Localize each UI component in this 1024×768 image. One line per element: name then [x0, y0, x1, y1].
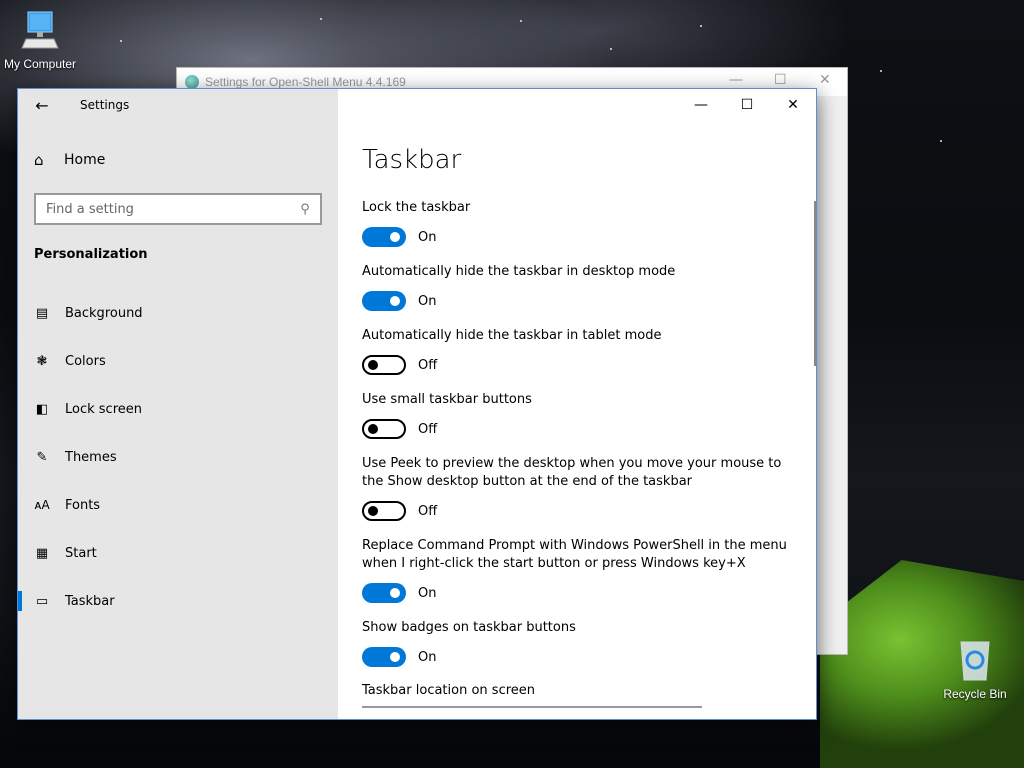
- computer-icon: [21, 11, 59, 49]
- desktop-icon-my-computer[interactable]: My Computer: [2, 8, 78, 71]
- app-title: Settings: [80, 98, 130, 112]
- setting-peek: Use Peek to preview the desktop when you…: [362, 455, 802, 521]
- sidebar-item-taskbar[interactable]: ▭ Taskbar: [18, 577, 338, 625]
- autohide-tablet-toggle[interactable]: [362, 355, 406, 375]
- toggle-state: Off: [418, 357, 438, 373]
- small-buttons-toggle[interactable]: [362, 419, 406, 439]
- sidebar-item-label: Background: [65, 305, 143, 321]
- setting-location: Taskbar location on screen: [362, 683, 802, 710]
- settings-window[interactable]: ← Settings ⌂ Home ⚲ Personalization ▤ Ba…: [17, 88, 817, 720]
- section-heading: Personalization: [34, 247, 148, 262]
- setting-powershell: Replace Command Prompt with Windows Powe…: [362, 537, 802, 603]
- sidebar-item-colors[interactable]: ❃ Colors: [18, 337, 338, 385]
- lock-taskbar-toggle[interactable]: [362, 227, 406, 247]
- personalization-nav: ▤ Background ❃ Colors ◧ Lock screen ✎ Th…: [18, 289, 338, 625]
- desktop-icon-recycle-bin[interactable]: Recycle Bin: [940, 638, 1010, 701]
- sidebar-item-lock-screen[interactable]: ◧ Lock screen: [18, 385, 338, 433]
- search-box[interactable]: ⚲: [34, 193, 322, 225]
- sidebar-item-label: Lock screen: [65, 401, 142, 417]
- sidebar-item-label: Taskbar: [65, 593, 115, 609]
- toggle-state: Off: [418, 503, 438, 519]
- setting-autohide-tablet: Automatically hide the taskbar in tablet…: [362, 327, 802, 375]
- page-title: Taskbar: [362, 145, 462, 175]
- window-controls: — ☐ ✕: [678, 89, 816, 121]
- sidebar-item-label: Start: [65, 545, 97, 561]
- sidebar-item-themes[interactable]: ✎ Themes: [18, 433, 338, 481]
- toggle-state: Off: [418, 421, 438, 437]
- palette-icon: ❃: [36, 353, 48, 369]
- search-icon[interactable]: ⚲: [290, 202, 320, 217]
- search-input[interactable]: [46, 201, 290, 217]
- close-button[interactable]: ✕: [770, 89, 816, 121]
- sidebar-item-label: Colors: [65, 353, 106, 369]
- minimize-button[interactable]: —: [678, 89, 724, 121]
- setting-label: Replace Command Prompt with Windows Powe…: [362, 538, 787, 571]
- content-scrollbar[interactable]: [814, 201, 816, 366]
- back-arrow-icon[interactable]: ←: [18, 96, 66, 115]
- badges-toggle[interactable]: [362, 647, 406, 667]
- home-icon: ⌂: [34, 151, 44, 169]
- setting-label: Lock the taskbar: [362, 200, 471, 215]
- powershell-toggle[interactable]: [362, 583, 406, 603]
- toggle-state: On: [418, 229, 437, 245]
- home-nav-item[interactable]: ⌂ Home: [34, 151, 105, 169]
- start-icon: ▦: [35, 545, 49, 561]
- sidebar-item-label: Themes: [65, 449, 117, 465]
- setting-label: Use Peek to preview the desktop when you…: [362, 456, 782, 489]
- titlebar-left: ← Settings: [18, 89, 338, 121]
- open-shell-title: Settings for Open-Shell Menu 4.4.169: [205, 75, 406, 89]
- setting-lock-taskbar: Lock the taskbar On: [362, 199, 802, 247]
- settings-content: — ☐ ✕ Taskbar Lock the taskbar On Automa…: [338, 89, 816, 719]
- open-shell-minimize-button[interactable]: —: [729, 72, 743, 88]
- settings-sidebar: ← Settings ⌂ Home ⚲ Personalization ▤ Ba…: [18, 89, 338, 719]
- setting-label: Automatically hide the taskbar in deskto…: [362, 264, 676, 279]
- recycle-bin-icon: [960, 641, 990, 681]
- home-label: Home: [64, 152, 106, 168]
- setting-label: Use small taskbar buttons: [362, 392, 532, 407]
- peek-toggle[interactable]: [362, 501, 406, 521]
- toggle-state: On: [418, 293, 437, 309]
- taskbar-icon: ▭: [35, 593, 49, 609]
- globe-icon: [185, 75, 199, 89]
- setting-label: Automatically hide the taskbar in tablet…: [362, 328, 662, 343]
- setting-small-buttons: Use small taskbar buttons Off: [362, 391, 802, 439]
- toggle-state: On: [418, 649, 437, 665]
- themes-icon: ✎: [36, 449, 48, 465]
- setting-badges: Show badges on taskbar buttons On: [362, 619, 802, 667]
- sidebar-item-fonts[interactable]: ᴀA Fonts: [18, 481, 338, 529]
- open-shell-close-button[interactable]: ✕: [819, 72, 831, 88]
- setting-label: Show badges on taskbar buttons: [362, 620, 576, 635]
- autohide-desktop-toggle[interactable]: [362, 291, 406, 311]
- maximize-button[interactable]: ☐: [724, 89, 770, 121]
- toggle-state: On: [418, 585, 437, 601]
- setting-autohide-desktop: Automatically hide the taskbar in deskto…: [362, 263, 802, 311]
- sidebar-item-background[interactable]: ▤ Background: [18, 289, 338, 337]
- setting-label: Taskbar location on screen: [362, 683, 536, 698]
- sidebar-item-start[interactable]: ▦ Start: [18, 529, 338, 577]
- picture-icon: ▤: [35, 305, 49, 321]
- lock-screen-icon: ◧: [35, 401, 49, 417]
- fonts-icon: ᴀA: [34, 498, 50, 512]
- sidebar-item-label: Fonts: [65, 497, 101, 513]
- taskbar-location-dropdown[interactable]: [362, 706, 702, 710]
- open-shell-maximize-button[interactable]: ☐: [774, 72, 787, 88]
- taskbar-settings-list: Lock the taskbar On Automatically hide t…: [362, 199, 802, 719]
